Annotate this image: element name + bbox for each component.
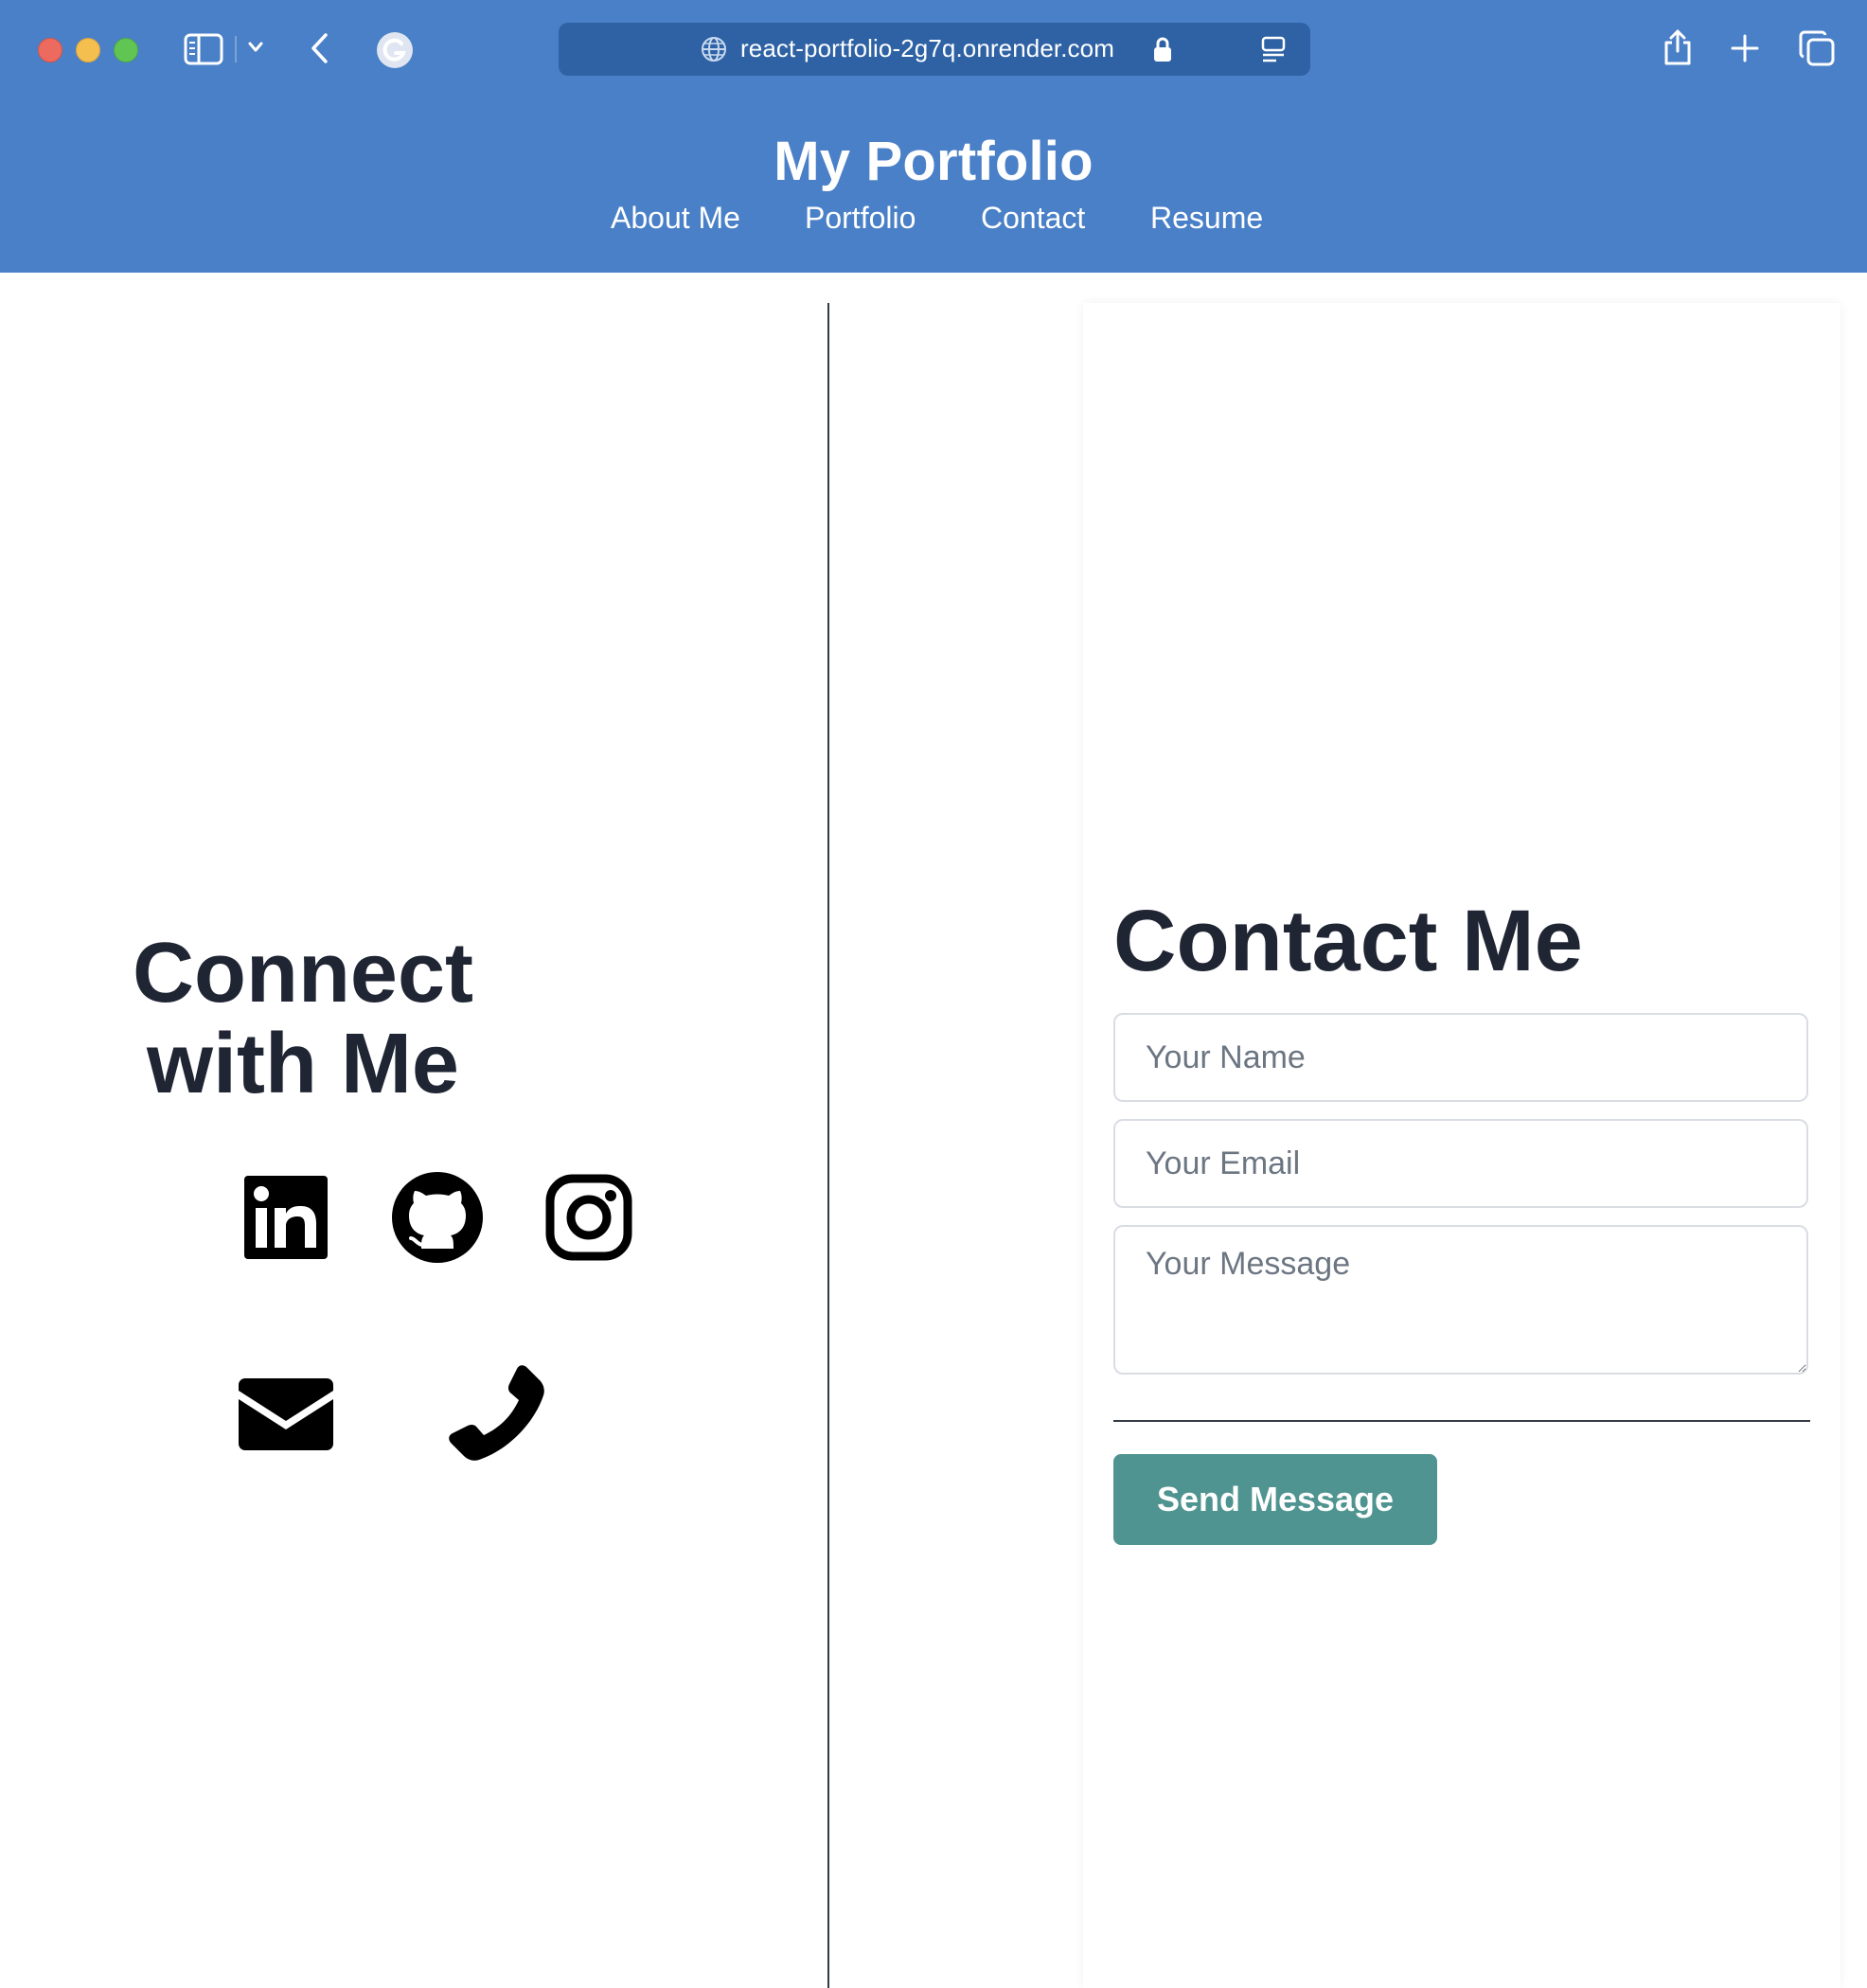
nav-contact[interactable]: Contact (981, 201, 1085, 236)
lock-icon (1153, 36, 1172, 62)
chevron-down-icon[interactable] (248, 42, 263, 53)
connect-heading-line2: with Me (147, 1017, 459, 1111)
site-title: My Portfolio (773, 131, 1094, 192)
sidebar-icon[interactable] (184, 33, 223, 65)
address-bar[interactable]: react-portfolio-2g7q.onrender.com (559, 23, 1310, 76)
contact-heading: Contact Me (1113, 893, 1583, 989)
reader-icon[interactable] (1261, 36, 1286, 62)
share-icon[interactable] (1663, 28, 1693, 66)
email-icon[interactable] (237, 1376, 335, 1452)
plus-icon[interactable] (1731, 34, 1759, 62)
send-message-button[interactable]: Send Message (1113, 1454, 1437, 1545)
grammarly-icon[interactable] (375, 30, 415, 70)
github-icon[interactable] (390, 1170, 485, 1265)
back-icon[interactable] (309, 32, 329, 64)
globe-icon (701, 36, 727, 62)
message-textarea[interactable] (1113, 1225, 1808, 1375)
phone-icon[interactable] (449, 1365, 547, 1464)
nav-portfolio[interactable]: Portfolio (805, 201, 916, 236)
column-divider (827, 303, 829, 1988)
email-input[interactable] (1113, 1119, 1808, 1208)
zoom-window-button[interactable] (114, 38, 138, 62)
nav-resume[interactable]: Resume (1150, 201, 1263, 236)
linkedin-icon[interactable] (242, 1174, 329, 1261)
browser-window: react-portfolio-2g7q.onrender.com My Por… (0, 0, 1867, 1988)
name-input[interactable] (1113, 1013, 1808, 1102)
form-divider (1113, 1420, 1810, 1422)
toolbar-separator (235, 36, 237, 62)
connect-heading-line1: Connect (133, 926, 473, 1021)
url-text[interactable]: react-portfolio-2g7q.onrender.com (740, 34, 1114, 63)
tabs-icon[interactable] (1799, 30, 1835, 66)
browser-toolbar: react-portfolio-2g7q.onrender.com (0, 0, 1867, 98)
connect-heading: Connect with Me (95, 928, 511, 1109)
site-header: react-portfolio-2g7q.onrender.com My Por… (0, 0, 1867, 273)
minimize-window-button[interactable] (76, 38, 100, 62)
close-window-button[interactable] (38, 38, 62, 62)
nav-about-me[interactable]: About Me (611, 201, 740, 236)
instagram-icon[interactable] (545, 1174, 632, 1261)
